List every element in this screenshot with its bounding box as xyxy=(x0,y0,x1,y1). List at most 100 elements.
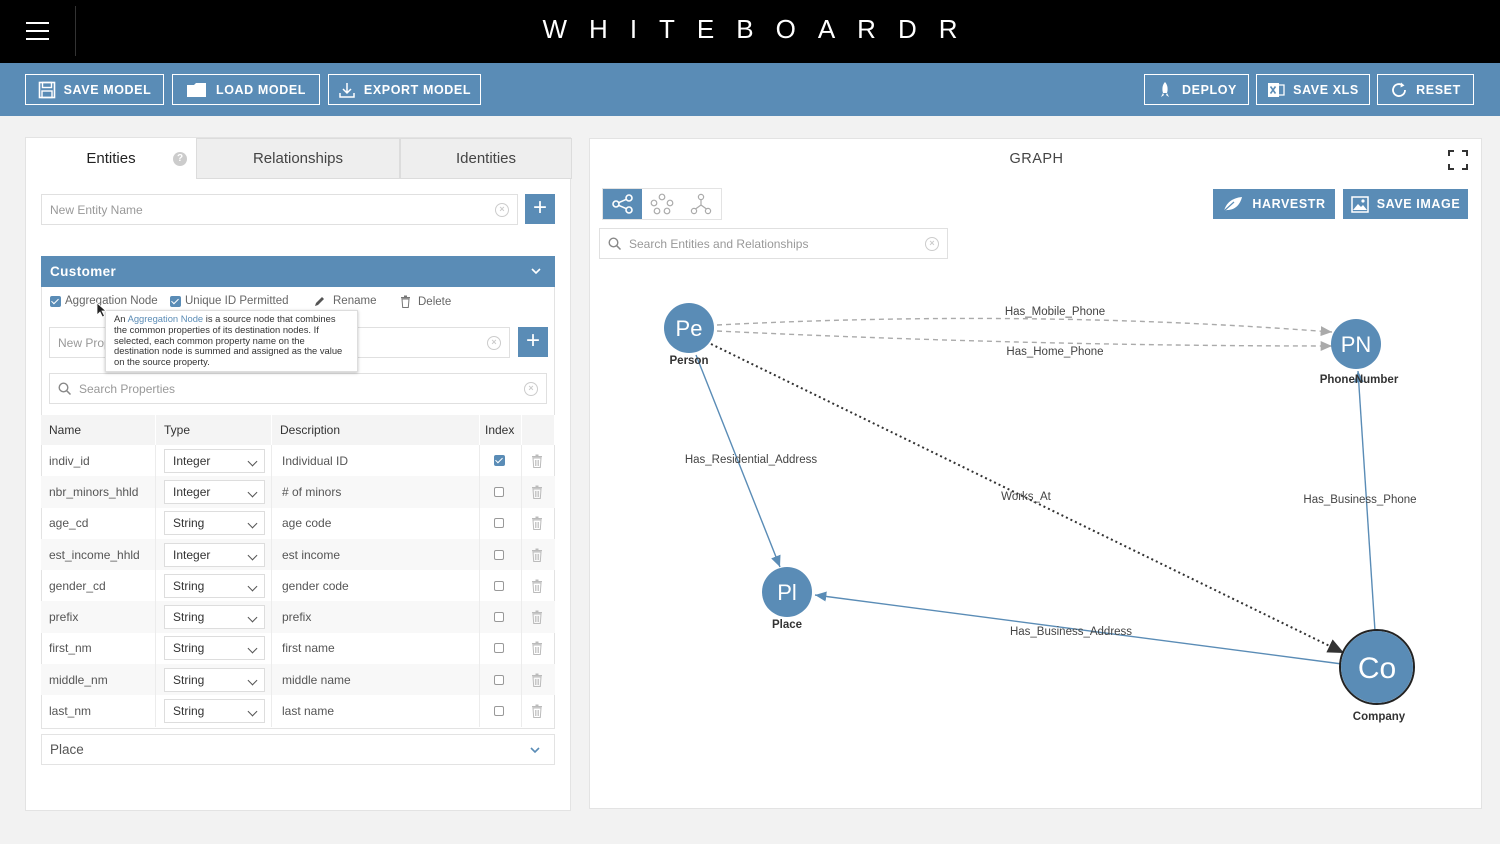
property-name[interactable]: indiv_id xyxy=(41,445,156,477)
property-type-select[interactable]: Integer xyxy=(164,479,265,504)
property-type-select[interactable]: String xyxy=(164,573,265,598)
property-type-cell: String xyxy=(156,601,272,633)
column-index: Index xyxy=(480,415,522,445)
trash-icon[interactable] xyxy=(531,704,543,719)
property-description[interactable]: Individual ID xyxy=(272,445,480,477)
add-property-button[interactable]: + xyxy=(518,327,548,357)
graph-node-company[interactable]: Co Company xyxy=(1339,629,1415,723)
property-index-checkbox[interactable] xyxy=(494,486,504,497)
property-description[interactable]: gender code xyxy=(272,570,480,602)
property-type-select[interactable]: String xyxy=(164,511,265,536)
search-properties-field: × xyxy=(49,373,547,404)
property-index-checkbox[interactable] xyxy=(494,706,504,717)
property-description[interactable]: # of minors xyxy=(272,476,480,508)
unique-id-checkbox[interactable] xyxy=(170,295,181,307)
property-type-select[interactable]: String xyxy=(164,699,265,724)
tab-entities[interactable]: Entities ? xyxy=(26,138,196,179)
trash-icon[interactable] xyxy=(531,548,543,562)
chevron-down-icon xyxy=(247,487,258,498)
clear-icon[interactable]: × xyxy=(524,381,538,396)
property-name[interactable]: last_nm xyxy=(41,695,156,727)
trash-icon[interactable] xyxy=(531,579,543,593)
rename-button[interactable]: Rename xyxy=(314,295,376,307)
entity-header-place[interactable]: Place xyxy=(41,734,555,765)
property-type-value: String xyxy=(173,516,205,531)
rocket-icon xyxy=(1161,81,1169,97)
column-actions xyxy=(522,415,555,445)
unique-id-option[interactable]: Unique ID Permitted xyxy=(170,295,289,307)
entity-header-customer[interactable]: Customer xyxy=(41,256,555,287)
rename-label: Rename xyxy=(333,295,377,307)
property-description[interactable]: prefix xyxy=(272,601,480,633)
clear-icon[interactable]: × xyxy=(487,335,501,350)
property-name[interactable]: prefix xyxy=(41,601,156,633)
search-properties-input[interactable] xyxy=(79,381,524,396)
property-name[interactable]: nbr_minors_hhld xyxy=(41,476,156,508)
property-description[interactable]: est income xyxy=(272,538,480,571)
property-index-checkbox[interactable] xyxy=(494,643,504,654)
node-label: Place xyxy=(772,619,802,631)
pencil-icon xyxy=(315,297,324,306)
property-type-select[interactable]: Integer xyxy=(164,448,265,473)
property-type-select[interactable]: String xyxy=(164,636,265,661)
properties-table: Name Type Description Index indiv_id Inte… xyxy=(41,415,555,727)
deploy-button[interactable]: DEPLOY xyxy=(1144,74,1249,105)
property-type-select[interactable]: String xyxy=(164,667,265,692)
new-entity-input[interactable] xyxy=(50,202,495,217)
property-index-checkbox[interactable] xyxy=(494,455,505,467)
property-name[interactable]: age_cd xyxy=(41,507,156,539)
graph-canvas[interactable]: Has_Mobile_Phone Has_Home_Phone Has_Reside… xyxy=(590,139,1483,810)
table-row: indiv_id Integer Individual ID xyxy=(41,445,555,477)
graph-edge[interactable] xyxy=(716,317,1333,337)
graph-node-person[interactable]: Pe Person xyxy=(664,303,714,367)
table-body: indiv_id Integer Individual ID nbr_minors_h… xyxy=(41,445,555,727)
property-type-select[interactable]: String xyxy=(164,605,265,630)
tab-entities-label: Entities xyxy=(86,150,136,167)
tab-identities-label: Identities xyxy=(455,150,517,167)
property-description[interactable]: age code xyxy=(272,507,480,539)
property-description[interactable]: last name xyxy=(272,695,480,727)
trash-icon[interactable] xyxy=(531,516,543,531)
graph-node-phone[interactable]: PN PhoneNumber xyxy=(1320,319,1399,386)
property-index-checkbox[interactable] xyxy=(494,549,504,560)
graph-edge[interactable] xyxy=(716,330,1333,352)
refresh-icon xyxy=(1392,82,1407,97)
export-model-button[interactable]: EXPORT MODEL xyxy=(328,74,481,105)
trash-icon[interactable] xyxy=(531,454,543,468)
property-description[interactable]: middle name xyxy=(272,664,480,696)
property-name[interactable]: first_nm xyxy=(41,632,156,665)
property-type-cell: Integer xyxy=(156,476,272,508)
aggregation-tooltip: An Aggregation Node is a source node tha… xyxy=(105,310,358,372)
tab-relationships[interactable]: Relationships xyxy=(196,138,400,179)
property-index-checkbox[interactable] xyxy=(494,580,504,591)
tab-identities[interactable]: Identities xyxy=(400,138,572,179)
add-entity-button[interactable]: + xyxy=(525,194,555,224)
entities-panel: Entities ? Relationships Identities × + … xyxy=(25,137,572,811)
save-xls-button[interactable]: SAVE XLS xyxy=(1256,74,1370,105)
property-description[interactable]: first name xyxy=(272,632,480,665)
delete-entity-button[interactable]: Delete xyxy=(400,295,451,308)
trash-icon[interactable] xyxy=(531,485,543,499)
property-type-select[interactable]: Integer xyxy=(164,542,265,567)
help-icon[interactable]: ? xyxy=(173,152,187,166)
tooltip-pre: An xyxy=(114,313,128,324)
property-type-value: Integer xyxy=(173,453,211,468)
property-name[interactable]: gender_cd xyxy=(41,570,156,602)
deploy-label: DEPLOY xyxy=(1182,82,1237,97)
graph-node-place[interactable]: Pl Place xyxy=(762,567,812,631)
table-row: middle_nm String middle name xyxy=(41,664,555,696)
load-model-button[interactable]: LOAD MODEL xyxy=(172,74,320,105)
reset-button[interactable]: RESET xyxy=(1377,74,1474,105)
property-name[interactable]: middle_nm xyxy=(41,664,156,696)
property-name[interactable]: est_income_hhld xyxy=(41,538,156,571)
trash-icon[interactable] xyxy=(531,641,543,656)
property-index-cell xyxy=(480,601,522,633)
property-index-checkbox[interactable] xyxy=(494,518,504,529)
aggregation-node-checkbox[interactable] xyxy=(50,295,61,307)
trash-icon[interactable] xyxy=(531,610,543,625)
clear-icon[interactable]: × xyxy=(495,202,509,217)
property-index-checkbox[interactable] xyxy=(494,612,504,623)
trash-icon[interactable] xyxy=(531,673,543,687)
save-model-button[interactable]: SAVE MODEL xyxy=(25,74,164,105)
property-index-checkbox[interactable] xyxy=(494,674,504,685)
